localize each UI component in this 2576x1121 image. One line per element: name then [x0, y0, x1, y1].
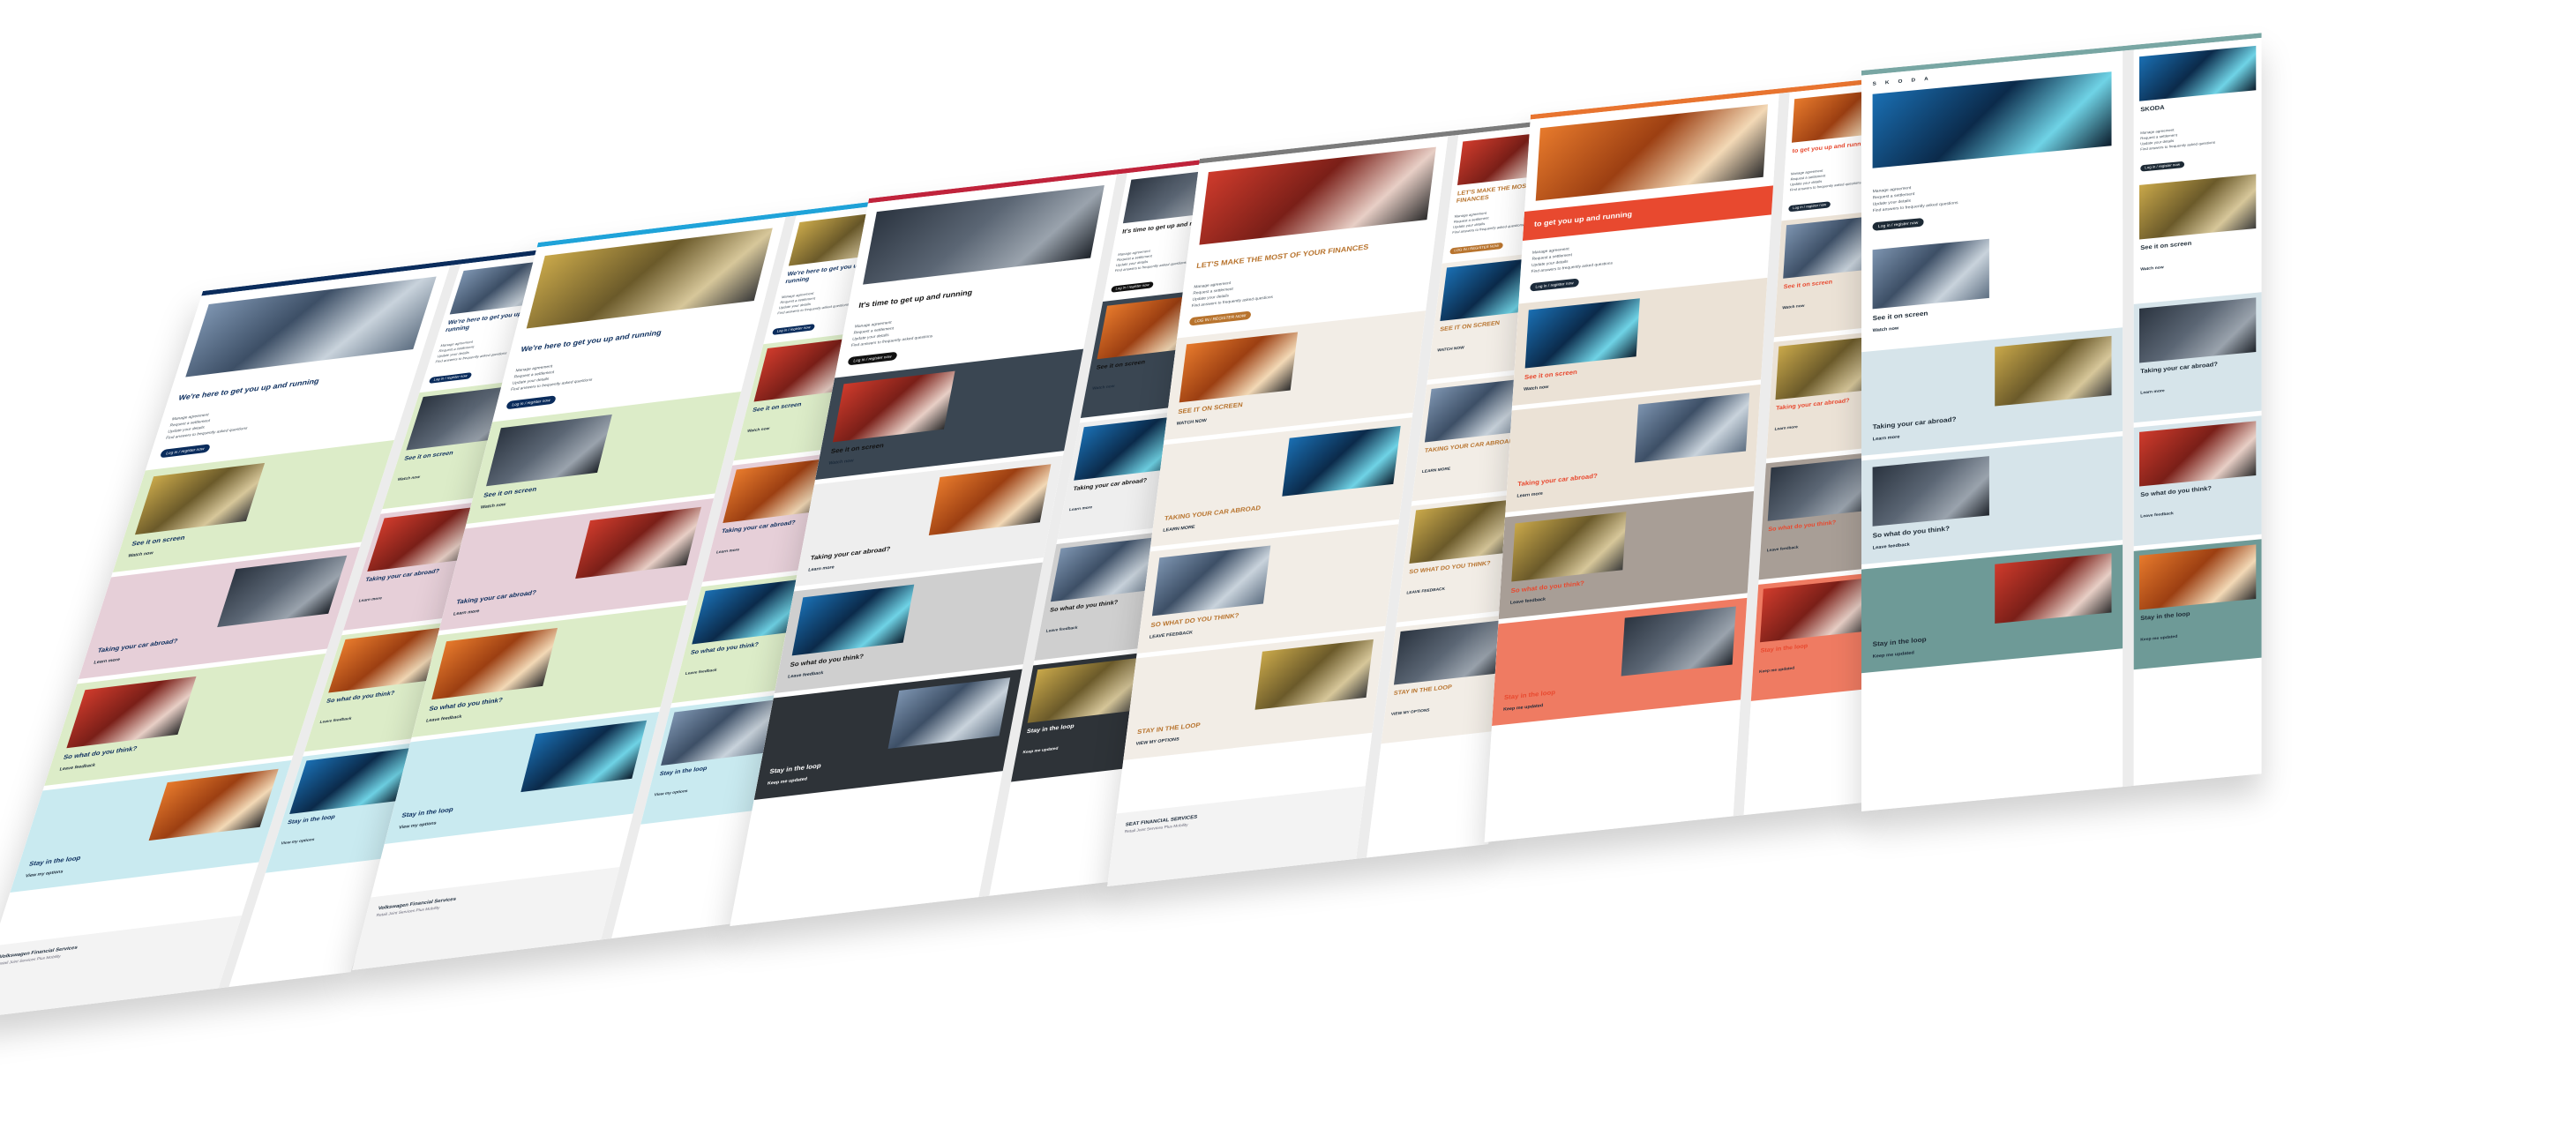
hero-image [1872, 71, 2112, 168]
mobile-cta-button[interactable]: Log in / register now [771, 324, 816, 336]
mobile-bullet-list: Manage agreement Request a settlement Upda… [2134, 119, 2262, 153]
email-panel-seat: to get you up and running Manage agreemen… [1484, 74, 1912, 843]
cta-button[interactable]: Log in / register now [159, 444, 212, 459]
hero-image [863, 185, 1105, 285]
mobile-cta-button[interactable]: Log in / register now [2140, 161, 2185, 172]
section-image [1872, 238, 1989, 310]
section-image [1634, 392, 1750, 463]
email-footer: SEAT FINANCIAL SERVICES Retail Joint Serv… [1107, 786, 1366, 886]
section-image [1995, 553, 2112, 624]
mobile-section-image [2139, 174, 2257, 240]
section-image [1995, 335, 2112, 407]
mobile-cta-button[interactable]: Log in / register now [1111, 281, 1154, 293]
presentation-stage: We're here to get you up and running Mana… [0, 0, 2576, 1121]
mobile-hero-image [2139, 45, 2257, 101]
desktop-email: to get you up and running Manage agreemen… [1484, 93, 1779, 842]
hero-image [1535, 104, 1768, 201]
mobile-cta-button[interactable]: Log in / register now [428, 372, 473, 385]
panel-gutter [2123, 49, 2134, 788]
bullet-list: Manage agreement Request a settlement Upda… [1861, 164, 2123, 214]
cta-button[interactable]: Log in / register now [505, 395, 557, 410]
section-image [1621, 606, 1736, 676]
mobile-section-image [2139, 421, 2257, 487]
mobile-section-image [2139, 297, 2257, 363]
mobile-section-image [2139, 544, 2257, 610]
cta-button[interactable]: Log in / register now [1872, 217, 1924, 231]
section-image [1511, 512, 1627, 582]
mobile-cta-button[interactable]: Log in / register now [1788, 201, 1831, 213]
email-footer: Volkswagen Financial Services Retail Join… [0, 915, 242, 1019]
cta-button[interactable]: Log in / register now [1530, 278, 1580, 292]
hero-image [1199, 146, 1436, 245]
section-image [1524, 298, 1640, 369]
desktop-email: SKODA Manage agreement Request a settlemen… [1861, 50, 2123, 811]
cta-button[interactable]: Log in / register now [847, 351, 898, 366]
email-footer: Volkswagen Financial Services Retail Join… [352, 866, 620, 970]
section-image [1872, 456, 1989, 527]
cta-button[interactable]: LOG IN / REGISTER NOW [1188, 310, 1252, 326]
mobile-email: SKODA Manage agreement Request a settlemen… [2133, 37, 2262, 786]
mobile-cta-button[interactable]: LOG IN / REGISTER NOW [1449, 242, 1504, 255]
email-panel-skoda: SKODA Manage agreement Request a settlemen… [1861, 33, 2262, 811]
